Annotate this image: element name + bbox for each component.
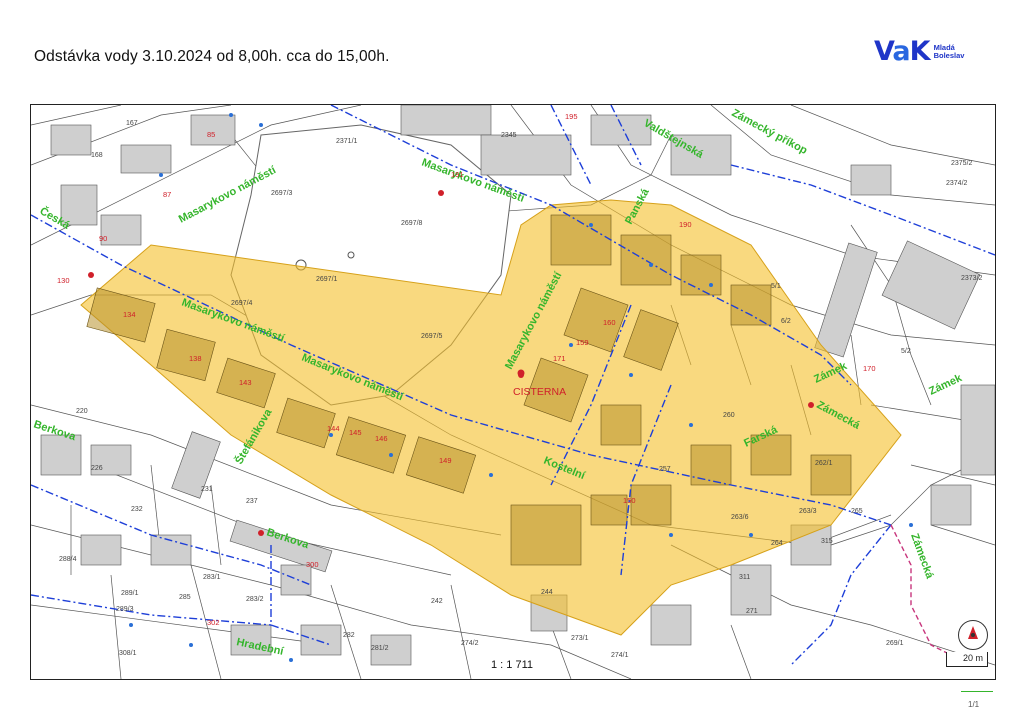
parcel-number: 273/1 xyxy=(571,635,589,642)
page-title: Odstávka vody 3.10.2024 od 8,00h. cca do… xyxy=(34,48,390,65)
map-scale: 1 : 1 711 xyxy=(488,659,536,671)
parcel-number: 285 xyxy=(179,594,191,601)
parcel-number: 2697/8 xyxy=(401,220,423,227)
parcel-number: 232 xyxy=(131,506,143,513)
parcel-number: 2345 xyxy=(501,132,517,139)
house-number: 143 xyxy=(239,378,252,387)
parcel-number: 260 xyxy=(723,412,735,419)
house-number: 87 xyxy=(163,190,171,199)
parcel-number: 311 xyxy=(739,574,750,581)
house-number: 191 xyxy=(451,170,464,179)
house-number: 170 xyxy=(863,364,876,373)
parcel-number: 2374/2 xyxy=(946,180,968,187)
parcel-number: 5/2 xyxy=(901,348,911,355)
parcel-number: 289/1 xyxy=(121,590,139,597)
footer-divider xyxy=(961,691,993,692)
parcel-number: 2375/2 xyxy=(951,160,973,167)
parcel-number: 263/6 xyxy=(731,514,749,521)
parcel-number: 220 xyxy=(76,408,88,415)
house-number: 150 xyxy=(623,496,636,505)
parcel-number: 257 xyxy=(659,466,671,473)
street-label: Zámecká xyxy=(908,532,936,581)
parcel-number: 283/2 xyxy=(246,596,264,603)
parcel-number: 5/1 xyxy=(771,283,781,290)
vak-logo: VaK Mladá Boleslav xyxy=(874,36,964,67)
parcel-number: 2697/3 xyxy=(271,190,293,197)
parcel-number: 168 xyxy=(91,152,103,159)
north-arrow-icon xyxy=(958,620,988,650)
cistern-marker xyxy=(517,369,525,377)
house-number: 138 xyxy=(189,354,202,363)
house-number: 195 xyxy=(565,112,578,121)
parcel-number: 226 xyxy=(91,465,103,472)
parcel-number: 274/2 xyxy=(461,640,479,647)
logo-subtitle: Mladá Boleslav xyxy=(933,42,965,60)
parcel-number: 2697/5 xyxy=(421,333,443,340)
parcel-number: 289/3 xyxy=(116,606,134,613)
logo-wordmark: VaK xyxy=(874,36,931,67)
house-number: 146 xyxy=(375,434,388,443)
parcel-number: 167 xyxy=(126,120,138,127)
parcel-number: 2697/4 xyxy=(231,300,253,307)
house-number: 160 xyxy=(603,318,616,327)
parcel-number: 231 xyxy=(201,486,213,493)
house-number: 302 xyxy=(207,618,220,627)
scale-bar: 20 m xyxy=(946,652,988,667)
parcel-number: 2697/1 xyxy=(316,276,338,283)
house-number: 134 xyxy=(123,310,136,319)
parcel-number: 274/1 xyxy=(611,652,629,659)
parcel-number: 2371/1 xyxy=(336,138,358,145)
parcel-number: 271 xyxy=(746,608,758,615)
street-label: Zámecký příkop xyxy=(730,107,810,157)
house-number: 149 xyxy=(439,456,452,465)
parcel-number: 264 xyxy=(771,540,783,547)
house-number: 144 xyxy=(327,424,340,433)
cadastral-map[interactable]: Masarykovo náměstí Masarykovo náměstí Ma… xyxy=(30,104,996,680)
parcel-number: 281/2 xyxy=(371,645,389,652)
street-label: Zámek xyxy=(927,372,964,398)
parcel-number: 265 xyxy=(851,508,863,515)
house-number: 190 xyxy=(679,220,692,229)
house-number: 145 xyxy=(349,428,362,437)
parcel-number: 308/1 xyxy=(119,650,137,657)
house-number: 90 xyxy=(99,234,107,243)
parcel-number: 6/2 xyxy=(781,318,791,325)
parcel-number: 237 xyxy=(246,498,258,505)
parcel-number: 283/1 xyxy=(203,574,221,581)
parcel-number: 262/1 xyxy=(815,460,833,467)
page-number: 1/1 xyxy=(968,700,980,709)
parcel-number: 315 xyxy=(821,538,833,545)
parcel-number: 244 xyxy=(541,589,553,596)
map-canvas[interactable]: Masarykovo náměstí Masarykovo náměstí Ma… xyxy=(31,105,995,679)
house-number: 85 xyxy=(207,130,215,139)
parcel-number: 269/1 xyxy=(886,640,904,647)
parcel-number: 263/3 xyxy=(799,508,817,515)
parcel-number: 242 xyxy=(431,598,443,605)
parcel-number: 288/4 xyxy=(59,556,77,563)
house-number: 171 xyxy=(553,354,566,363)
house-number: 300 xyxy=(306,560,319,569)
house-number: 130 xyxy=(57,276,70,285)
house-number: 159 xyxy=(576,338,589,347)
parcel-number: 2373/2 xyxy=(961,275,983,282)
cistern-label: CISTERNA xyxy=(513,386,566,398)
parcel-number: 282 xyxy=(343,632,355,639)
